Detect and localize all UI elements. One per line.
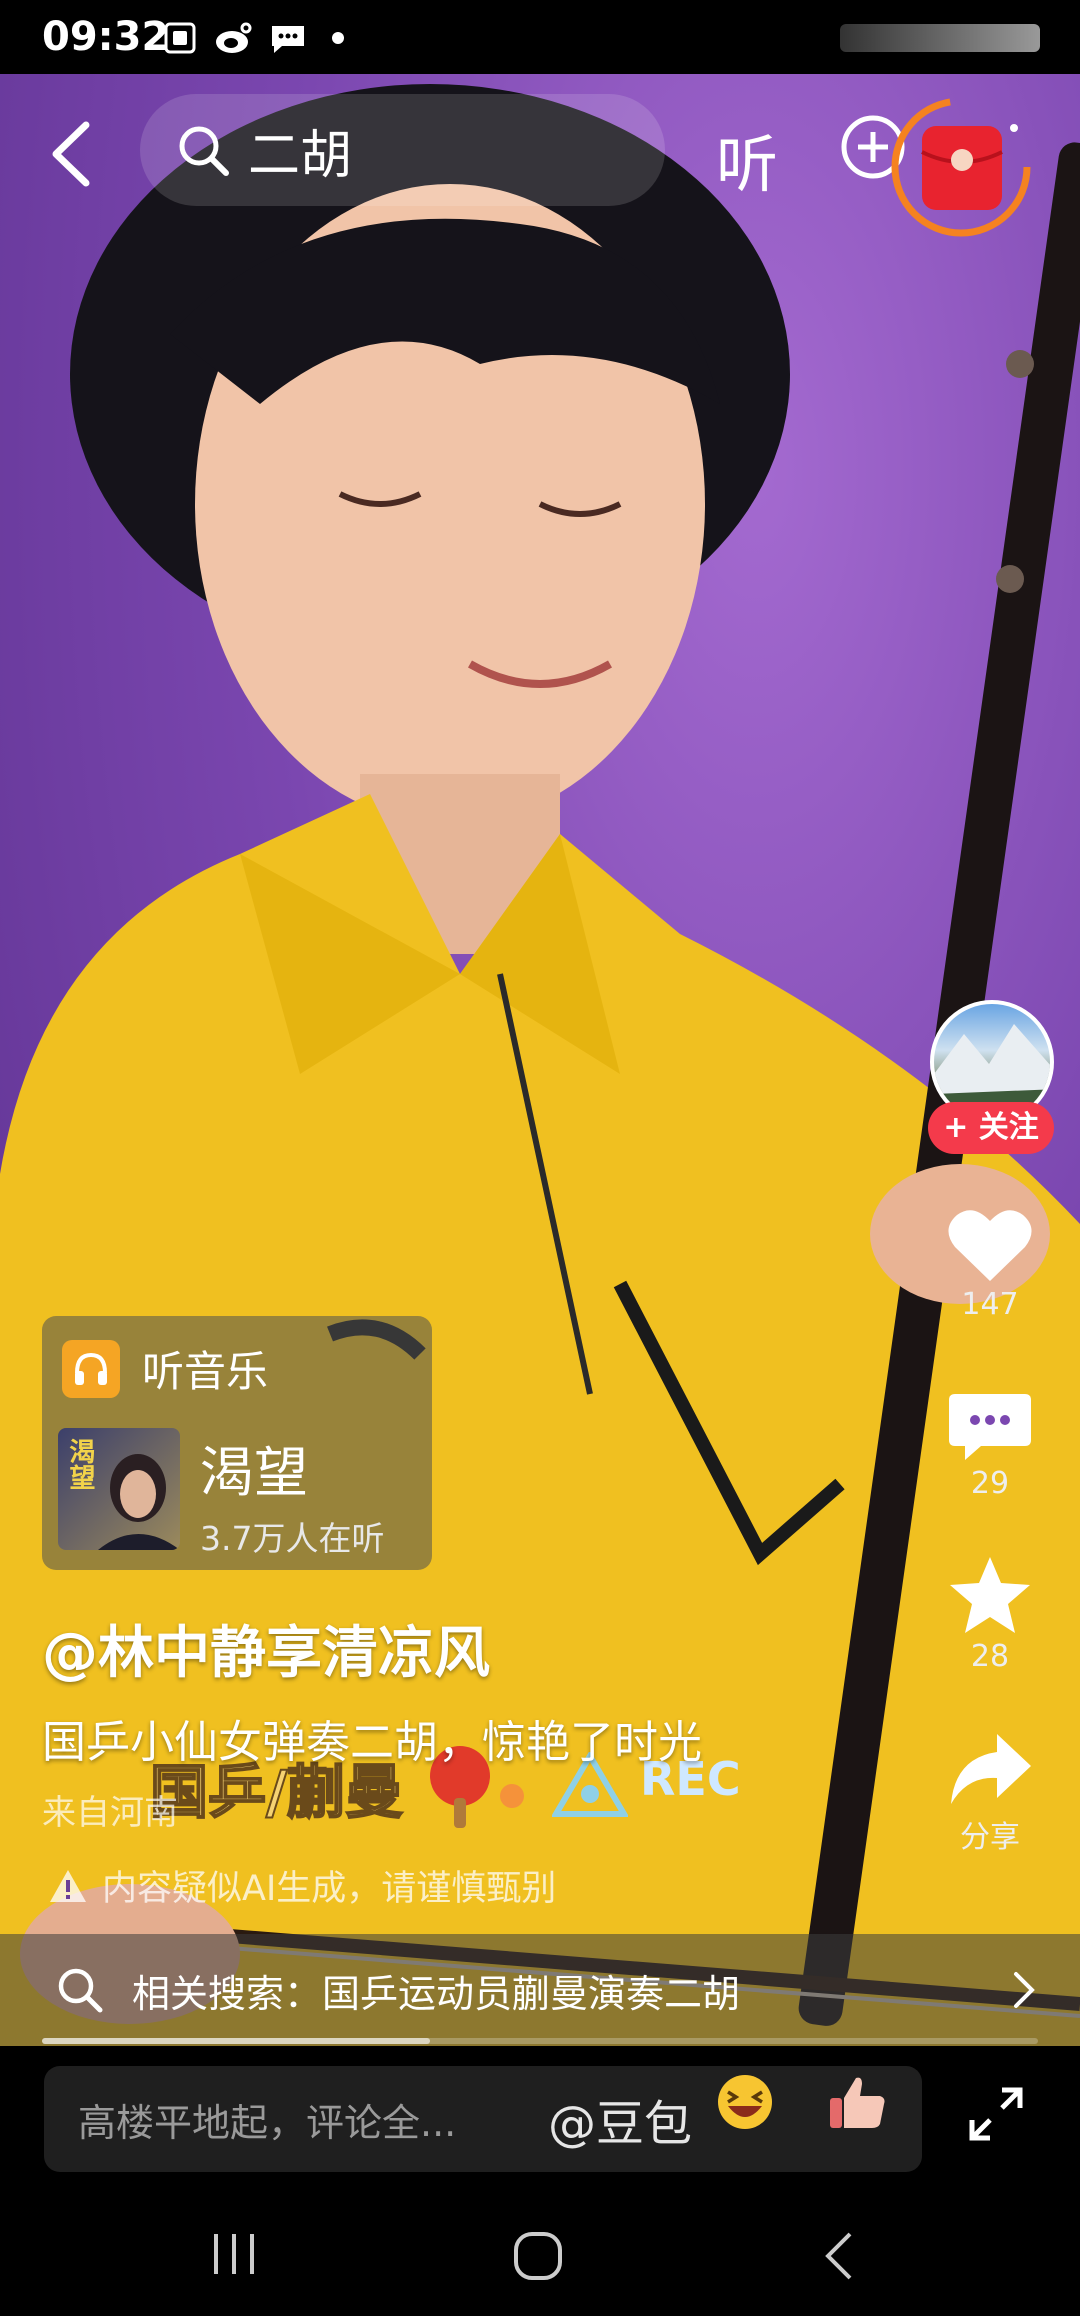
back-icon xyxy=(52,121,90,187)
share-icon xyxy=(951,1734,1031,1804)
home-icon[interactable] xyxy=(510,2226,570,2286)
music-card-header: 听音乐 xyxy=(62,1338,268,1399)
chevron-right-icon xyxy=(1014,1972,1035,2008)
comment-icon xyxy=(949,1394,1031,1460)
ai-warning: 内容疑似AI生成，请谨慎甄别 xyxy=(48,1860,556,1911)
favorite-count: 28 xyxy=(970,1639,1010,1674)
comment-bar: 高楼平地起，评论全... @豆包 xyxy=(0,2046,1080,2196)
ai-warning-text: 内容疑似AI生成，请谨慎甄别 xyxy=(102,1869,557,1909)
favorite-button[interactable]: 28 xyxy=(920,1555,1060,1674)
status-icons xyxy=(160,18,344,58)
comment-input[interactable]: 高楼平地起，评论全... @豆包 xyxy=(44,2066,922,2172)
back-button[interactable] xyxy=(40,114,100,194)
top-nav: 二胡 听 xyxy=(0,74,1080,237)
laughing-emoji-icon[interactable] xyxy=(714,2074,776,2130)
search-query: 二胡 xyxy=(248,125,353,186)
message-icon xyxy=(268,18,308,58)
heart-icon xyxy=(948,1210,1032,1281)
comment-placeholder: 高楼平地起，评论全... xyxy=(78,2100,457,2145)
music-card-label: 听音乐 xyxy=(142,1347,269,1396)
expand-icon[interactable] xyxy=(968,2086,1024,2142)
warning-icon xyxy=(50,1869,86,1902)
search-icon xyxy=(179,126,229,176)
listen-button[interactable]: 听 xyxy=(716,114,778,204)
like-button[interactable]: 147 xyxy=(920,1205,1060,1322)
thumbs-up-emoji-icon[interactable] xyxy=(826,2074,888,2130)
comment-count: 29 xyxy=(970,1466,1010,1501)
dot-icon xyxy=(332,32,344,44)
status-right-indicators xyxy=(840,24,1040,52)
status-bar: 09:32 xyxy=(0,0,1080,74)
search-box[interactable]: 二胡 xyxy=(140,94,665,206)
song-title: 渴望 xyxy=(200,1441,308,1504)
back-nav-icon[interactable] xyxy=(818,2226,858,2286)
related-search-text: 相关搜索：国乒运动员蒯曼演奏二胡 xyxy=(132,1971,741,2016)
screenshot-icon xyxy=(160,18,200,58)
status-time: 09:32 xyxy=(42,14,170,60)
system-nav-bar xyxy=(0,2196,1080,2316)
share-label: 分享 xyxy=(960,1820,1020,1855)
star-icon xyxy=(950,1557,1030,1633)
author-name[interactable]: @林中静享清凉风 xyxy=(42,1608,490,1689)
related-search-bar[interactable]: 相关搜索：国乒运动员蒯曼演奏二胡 xyxy=(0,1934,1080,2046)
search-icon xyxy=(58,1968,103,2013)
mention-doubao-button[interactable]: @豆包 xyxy=(548,2084,692,2154)
share-button[interactable]: 分享 xyxy=(920,1730,1060,1856)
music-card[interactable]: 听音乐 渴望 渴望 3.7万人在听 xyxy=(42,1316,432,1570)
post-location: 来自河南 xyxy=(42,1793,178,1833)
album-cover: 渴望 xyxy=(58,1428,180,1550)
post-description: 国乒小仙女弹奏二胡，惊艳了时光 xyxy=(42,1717,702,1768)
weibo-icon xyxy=(214,18,254,58)
comment-button[interactable]: 29 xyxy=(920,1390,1060,1501)
like-count: 147 xyxy=(961,1287,1019,1322)
follow-button[interactable]: + 关注 xyxy=(928,1102,1054,1154)
headphone-icon xyxy=(62,1339,120,1398)
album-cover-title: 渴望 xyxy=(65,1438,95,1490)
recents-icon[interactable] xyxy=(210,2226,260,2286)
video-progress-fill xyxy=(42,2038,431,2044)
video-progress-bar[interactable] xyxy=(42,2038,1038,2044)
listener-count: 3.7万人在听 xyxy=(200,1519,385,1558)
red-packet-icon[interactable] xyxy=(886,92,1036,242)
